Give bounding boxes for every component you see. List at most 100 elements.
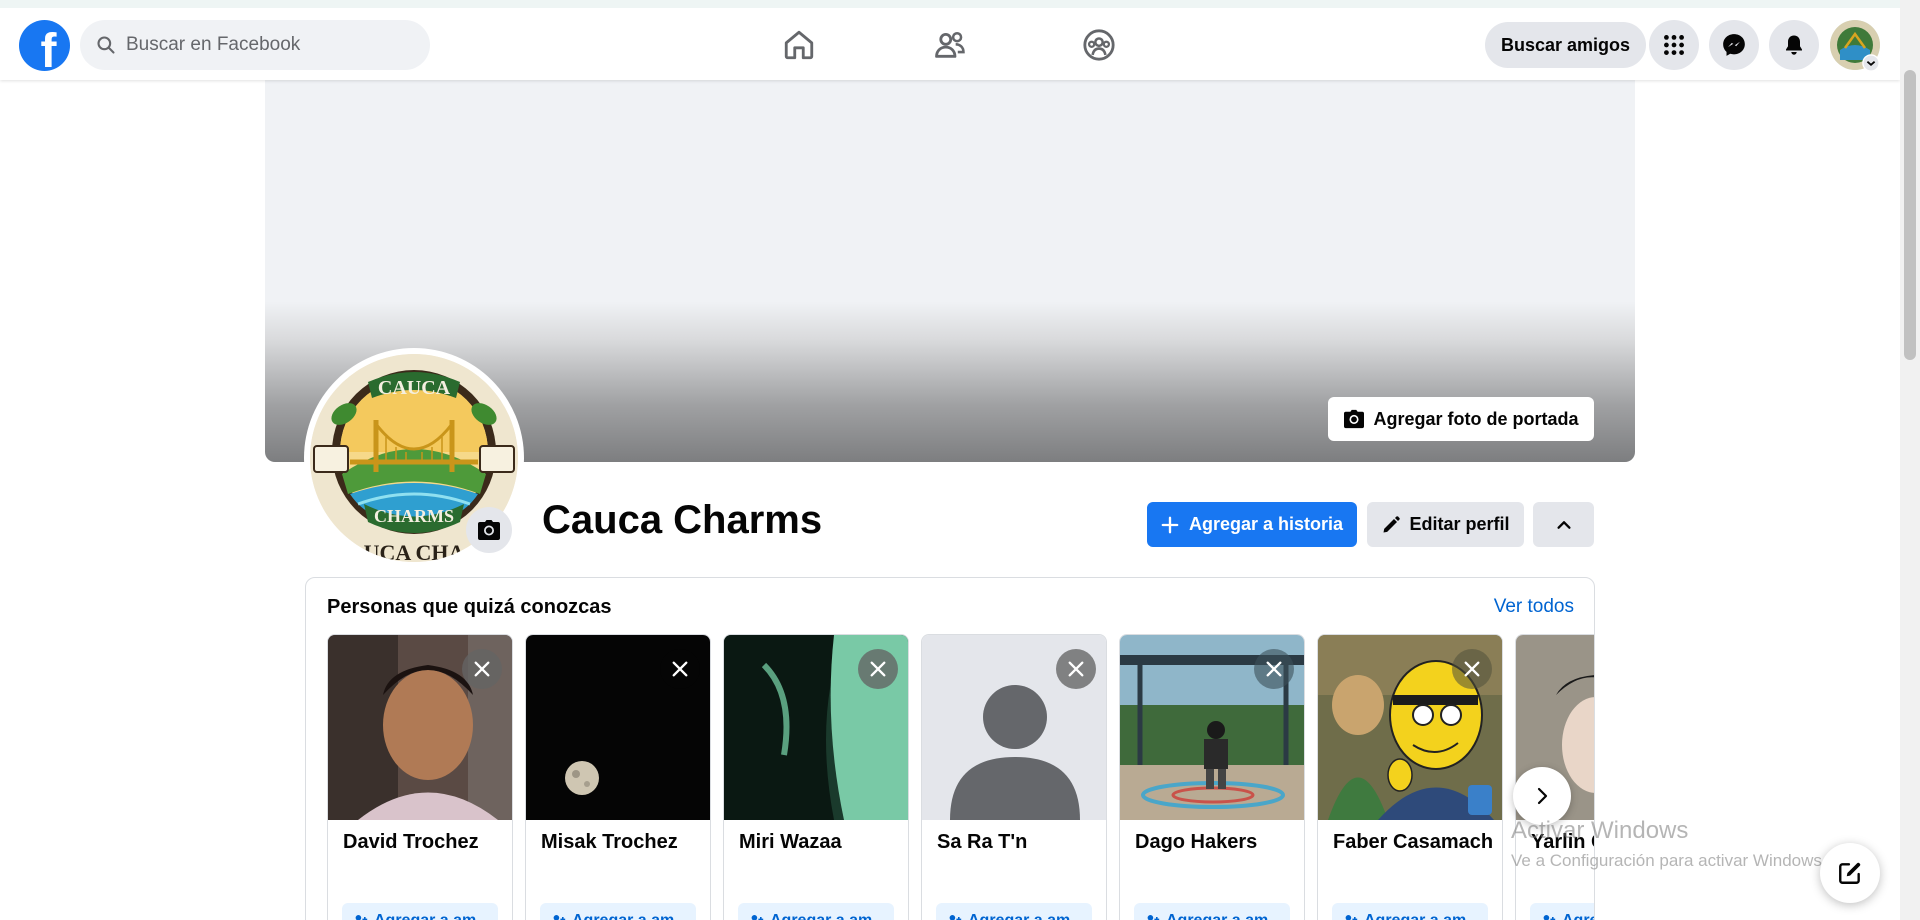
- menu-button[interactable]: [1649, 20, 1699, 70]
- close-icon: [474, 661, 490, 677]
- bell-icon: [1786, 35, 1802, 55]
- add-to-story-label: Agregar a historia: [1188, 514, 1344, 534]
- person-name[interactable]: Faber Casamach: [1333, 831, 1493, 854]
- add-to-story-button[interactable]: Agregar a historia: [1147, 502, 1357, 547]
- dismiss-button[interactable]: [858, 649, 898, 689]
- add-friend-button[interactable]: Agregar a am: [1332, 903, 1488, 920]
- person-photo[interactable]: [1318, 635, 1502, 820]
- chevron-down-icon[interactable]: [1862, 54, 1880, 72]
- logo-text-top: CAUCA: [378, 377, 451, 399]
- suggestions-title: Personas que quizá conozcas: [327, 596, 612, 618]
- add-cover-photo-button[interactable]: Agregar foto de portada: [1328, 397, 1594, 441]
- suggestion-card[interactable]: David Trochez Agregar a am: [327, 634, 513, 920]
- suggestion-card[interactable]: Miri Wazaa Agregar a am: [723, 634, 909, 920]
- facebook-logo[interactable]: f: [19, 20, 70, 75]
- collapse-suggestions-button[interactable]: [1533, 502, 1594, 547]
- edit-profile-label: Editar perfil: [1409, 514, 1510, 534]
- search-box[interactable]: [80, 20, 430, 70]
- home-icon: [784, 30, 814, 60]
- suggestion-card[interactable]: Dago Hakers Agregar a am: [1119, 634, 1305, 920]
- person-name[interactable]: David Trochez: [343, 831, 479, 854]
- person-photo[interactable]: [328, 635, 512, 820]
- add-cover-photo-label: Agregar foto de portada: [1373, 408, 1579, 429]
- add-friend-label: Agregar a am: [968, 912, 1070, 920]
- people-you-may-know-panel: Personas que quizá conozcas Ver todos Da…: [305, 577, 1595, 920]
- menu-grid-icon: [1664, 35, 1684, 55]
- facebook-logo-letter: f: [40, 24, 57, 78]
- messenger-button[interactable]: [1709, 20, 1759, 70]
- add-friend-label: Agregar a am: [374, 912, 476, 920]
- add-friend-icon: [949, 915, 962, 920]
- close-icon: [672, 661, 688, 677]
- activate-windows-title: Activar Windows: [1511, 817, 1689, 844]
- search-input[interactable]: [126, 34, 406, 56]
- browser-top-strip: [0, 0, 1900, 8]
- dismiss-button[interactable]: [462, 649, 502, 689]
- page-scrollbar[interactable]: [1900, 0, 1920, 920]
- friends-icon: [935, 31, 965, 58]
- logo-text-under: UCA CHA: [364, 540, 465, 562]
- add-friend-icon: [553, 915, 566, 920]
- add-friend-label: Agreg: [1562, 912, 1594, 920]
- activate-windows-subtitle: Ve a Configuración para activar Windows.: [1511, 851, 1827, 870]
- add-friend-button[interactable]: Agregar a am: [1134, 903, 1290, 920]
- add-friend-button[interactable]: Agregar a am: [936, 903, 1092, 920]
- see-all-link[interactable]: Ver todos: [1494, 596, 1574, 618]
- nav-groups[interactable]: [1076, 22, 1122, 68]
- nav-friends[interactable]: [927, 22, 973, 68]
- search-icon: [97, 36, 115, 54]
- close-icon: [1068, 661, 1084, 677]
- chevron-right-icon: [1537, 787, 1548, 805]
- new-message-button[interactable]: [1820, 843, 1880, 903]
- add-friend-icon: [355, 915, 368, 920]
- add-friend-button[interactable]: Agregar a am: [342, 903, 498, 920]
- update-profile-picture-button[interactable]: [466, 507, 512, 553]
- add-friend-label: Agregar a am: [1364, 912, 1466, 920]
- logo-text-bottom: CHARMS: [374, 506, 454, 526]
- suggestion-card[interactable]: Misak Trochez Agregar a am: [525, 634, 711, 920]
- notifications-button[interactable]: [1769, 20, 1819, 70]
- suggestion-cards: David Trochez Agregar a am Misak Trochez: [327, 634, 1594, 920]
- person-photo[interactable]: [526, 635, 710, 820]
- camera-icon: [1344, 409, 1365, 429]
- person-name[interactable]: Sa Ra T'n: [937, 831, 1027, 854]
- compose-icon: [1839, 862, 1861, 884]
- find-friends-label: Buscar amigos: [1501, 34, 1631, 55]
- add-friend-button[interactable]: Agregar a am: [738, 903, 894, 920]
- find-friends-button[interactable]: Buscar amigos: [1485, 22, 1647, 68]
- top-navigation-bar: f Buscar amigos: [0, 0, 1900, 80]
- person-photo[interactable]: [922, 635, 1106, 820]
- suggestion-card[interactable]: Sa Ra T'n Agregar a am: [921, 634, 1107, 920]
- pencil-icon: [1383, 515, 1401, 532]
- camera-icon: [478, 520, 500, 540]
- add-friend-button[interactable]: Agregar a am: [540, 903, 696, 920]
- dismiss-button[interactable]: [1254, 649, 1294, 689]
- close-icon: [1266, 661, 1282, 677]
- person-name[interactable]: Misak Trochez: [541, 831, 678, 854]
- messenger-icon: [1723, 34, 1745, 56]
- profile-name: Cauca Charms: [542, 498, 823, 542]
- close-icon: [1464, 661, 1480, 677]
- add-friend-icon: [1147, 915, 1160, 920]
- person-photo[interactable]: [724, 635, 908, 820]
- chevron-up-icon: [1556, 520, 1571, 529]
- dismiss-button[interactable]: [1452, 649, 1492, 689]
- add-friend-label: Agregar a am: [572, 912, 674, 920]
- add-friend-icon: [1345, 915, 1358, 920]
- nav-home[interactable]: [776, 22, 822, 68]
- dismiss-button[interactable]: [1056, 649, 1096, 689]
- person-name[interactable]: Dago Hakers: [1135, 831, 1257, 854]
- add-friend-label: Agregar a am: [770, 912, 872, 920]
- add-friend-label: Agregar a am: [1166, 912, 1268, 920]
- person-name[interactable]: Miri Wazaa: [739, 831, 842, 854]
- dismiss-button[interactable]: [660, 649, 700, 689]
- close-icon: [870, 661, 886, 677]
- edit-profile-button[interactable]: Editar perfil: [1367, 502, 1524, 547]
- person-photo[interactable]: [1120, 635, 1304, 820]
- suggestion-card[interactable]: Faber Casamach Agregar a am: [1317, 634, 1503, 920]
- add-friend-icon: [751, 915, 764, 920]
- plus-icon: [1161, 516, 1179, 533]
- add-friend-button[interactable]: Agreg: [1530, 903, 1594, 920]
- scrollbar-thumb[interactable]: [1904, 70, 1916, 360]
- groups-icon: [1083, 29, 1115, 61]
